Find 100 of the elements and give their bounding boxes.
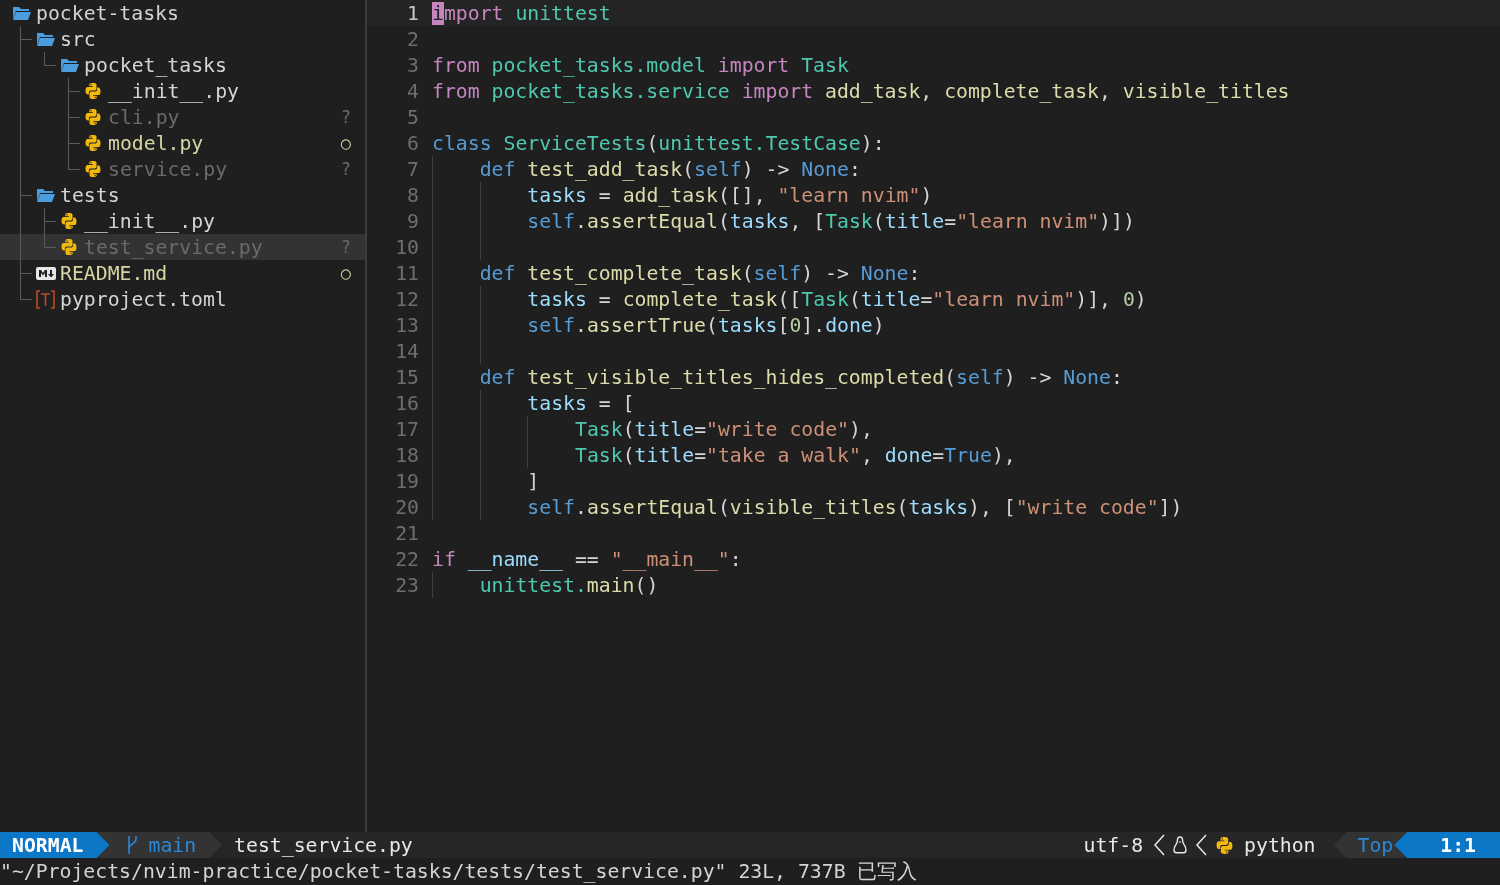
code-token: Task — [825, 209, 873, 233]
code-token: mport — [443, 1, 505, 25]
file-name: pyproject.toml — [60, 287, 227, 311]
code-token: ) -> — [741, 157, 791, 181]
code-token: ([], — [717, 183, 767, 207]
file-name: cli.py — [108, 105, 180, 129]
code-token: = — [597, 287, 612, 311]
code-token: None — [860, 261, 909, 285]
file-name: README.md — [60, 261, 168, 285]
code-token: . — [575, 495, 587, 519]
code-token: test_visible_titles_hides_completed — [527, 365, 945, 389]
code-token: ), [ — [968, 495, 1016, 519]
code-token: self — [956, 365, 1004, 389]
separator-icon — [1153, 834, 1166, 856]
code-token: import — [717, 53, 791, 77]
code-token: complete_task — [622, 287, 778, 311]
code-token: add_task — [622, 183, 718, 207]
line-number: 12 — [394, 287, 420, 311]
code-token: ), — [991, 443, 1016, 467]
line-number: 10 — [394, 235, 420, 259]
file-name: __init__.py — [84, 209, 215, 233]
code-token: ( — [944, 365, 957, 389]
file-name: __init__.py — [108, 79, 239, 103]
code-token: "take a walk" — [706, 443, 861, 467]
code-token: ( — [848, 287, 861, 311]
markdown-icon — [36, 266, 56, 280]
line-number: 11 — [394, 261, 420, 285]
code-token: visible_titles — [729, 495, 897, 519]
python-icon — [84, 82, 102, 100]
code-token: ( — [896, 495, 909, 519]
code-token: = — [944, 209, 957, 233]
code-token: 0 — [789, 313, 802, 337]
line-number: 20 — [394, 495, 420, 519]
encoding: utf-8 — [1082, 832, 1145, 858]
line-number: 13 — [394, 313, 420, 337]
code-token: = [ — [597, 391, 635, 415]
code-token: ServiceTests — [503, 131, 647, 155]
code-token: title — [634, 417, 695, 441]
cursor-position: 1:1 — [1394, 832, 1500, 858]
code-token: pocket_tasks.model — [491, 53, 707, 77]
folder-name: src — [60, 27, 96, 51]
code-token: : — [1110, 365, 1123, 389]
code-token: Task — [575, 443, 623, 467]
code-token: class — [432, 131, 493, 155]
code-token: assertEqual — [586, 495, 718, 519]
code-token: ( — [872, 209, 885, 233]
line-number: 14 — [394, 339, 420, 363]
code-token: ) -> — [801, 261, 850, 285]
code-token: ( — [682, 157, 695, 181]
code-token: pocket_tasks.service — [491, 79, 731, 103]
code-token: tasks — [717, 313, 778, 337]
code-token: , [ — [789, 209, 826, 233]
python-icon — [84, 108, 102, 126]
code-token: ]. — [801, 313, 826, 337]
folder-name: tests — [60, 183, 120, 207]
code-token: from — [432, 53, 481, 77]
git-status: ○ — [340, 263, 351, 283]
code-token: main — [586, 573, 635, 597]
code-token: visible_titles — [1122, 79, 1290, 103]
mode-indicator: NORMAL — [0, 832, 110, 858]
toml-icon — [36, 289, 55, 309]
line-number: 2 — [406, 27, 420, 51]
code-token: 0 — [1122, 287, 1135, 311]
code-token: "__main__" — [610, 547, 730, 571]
file-name: test_service.py — [233, 832, 413, 858]
code-token: , — [1098, 79, 1112, 103]
line-number: 8 — [406, 183, 420, 207]
line-number: 21 — [394, 521, 420, 545]
code-token: )], — [1075, 287, 1112, 311]
git-status: ○ — [340, 133, 351, 153]
code-token: def — [479, 157, 517, 181]
code-token: self — [527, 313, 575, 337]
code-token: add_task — [825, 79, 921, 103]
code-token: tasks — [527, 183, 587, 207]
branch-name: main — [148, 833, 197, 857]
python-icon — [84, 134, 102, 152]
code-token: "learn nvim" — [932, 287, 1076, 311]
code-token: ( — [717, 495, 730, 519]
code-token: ): — [860, 131, 885, 155]
command-message: "~/Projects/nvim-practice/pocket-tasks/tests/test_service.py" 23L, 737B 已写入 — [0, 859, 919, 885]
file-type: python — [1243, 832, 1317, 858]
code-token: complete_task — [944, 79, 1099, 103]
code-token: "write code" — [1015, 495, 1159, 519]
code-token: ] — [527, 469, 540, 493]
code-token: title — [860, 287, 921, 311]
code-token: unittest — [515, 1, 611, 25]
code-token: tasks — [527, 391, 587, 415]
code-token: ) — [1134, 287, 1147, 311]
code-token: None — [801, 157, 849, 181]
code-token: : — [848, 157, 861, 181]
code-token: . — [575, 313, 587, 337]
code-token: "write code" — [706, 417, 849, 441]
line-number: 3 — [406, 53, 420, 77]
code-token: tasks — [729, 209, 790, 233]
text-cursor: i — [432, 1, 444, 25]
python-icon — [60, 238, 78, 256]
code-token: assertEqual — [586, 209, 718, 233]
code-token: )]) — [1099, 209, 1135, 233]
line-number: 18 — [394, 443, 420, 467]
code-token: "learn nvim" — [956, 209, 1100, 233]
